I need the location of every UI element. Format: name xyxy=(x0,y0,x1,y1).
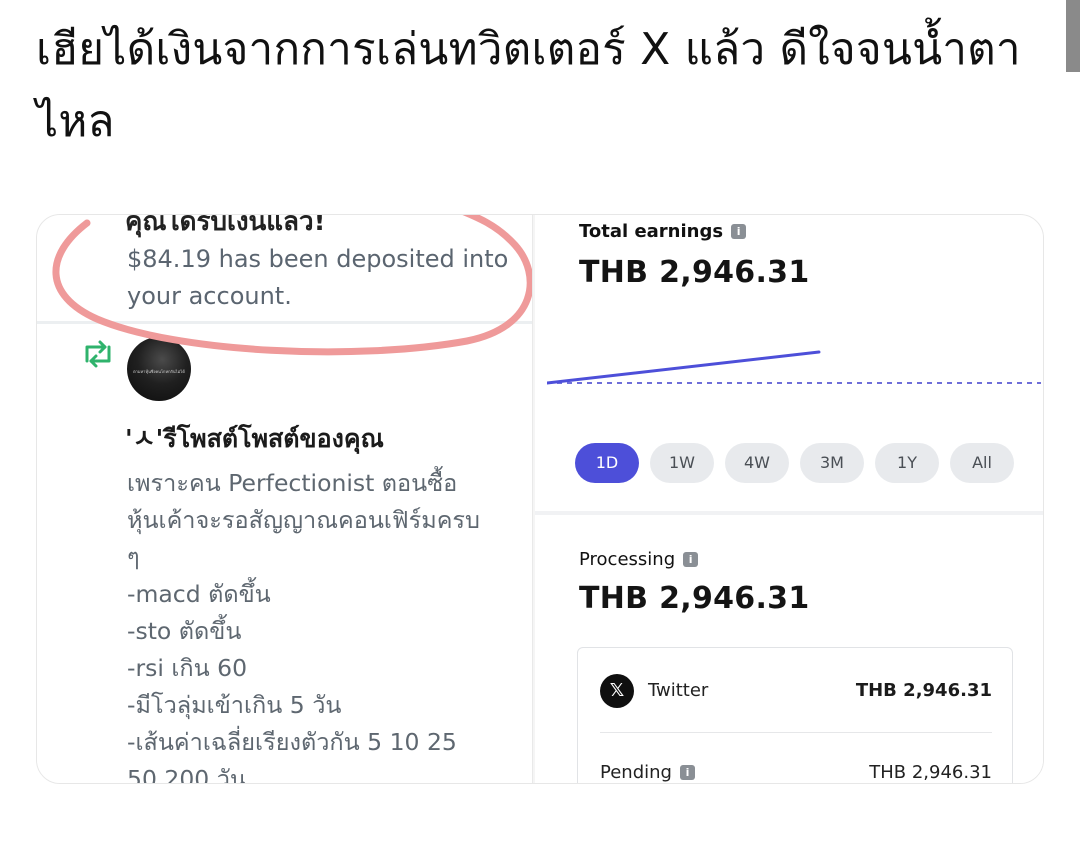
post-line: -rsi เกิน 60 xyxy=(127,654,248,682)
range-3m-button[interactable]: 3M xyxy=(800,443,864,483)
pending-label-row: Pending i xyxy=(600,762,695,783)
avatar-caption: ตามหาหุ้นซิ่งคนโกหกกันไม่ได้ xyxy=(133,369,185,374)
pending-amount: THB 2,946.31 xyxy=(869,762,992,783)
post-line: 50 200 วัน xyxy=(127,765,246,784)
range-all-button[interactable]: All xyxy=(950,443,1014,483)
post-line: -macd ตัดขึ้น xyxy=(127,580,271,608)
repost-title: 'ㅅ'รีโพสต์โพสต์ของคุณ xyxy=(125,424,384,453)
notification-title: คุณได้รับเงินแล้ว! xyxy=(125,215,326,237)
earnings-trend-line xyxy=(547,350,821,385)
range-selector: 1D 1W 4W 3M 1Y All xyxy=(575,443,1014,483)
processing-amount: THB 2,946.31 xyxy=(579,581,810,616)
source-row-twitter: 𝕏 Twitter THB 2,946.31 xyxy=(600,674,992,710)
pending-row: Pending i THB 2,946.31 xyxy=(600,758,992,783)
earnings-breakdown-card: 𝕏 Twitter THB 2,946.31 Pending i THB 2,9… xyxy=(577,647,1013,783)
total-earnings-amount: THB 2,946.31 xyxy=(579,255,810,290)
range-1y-button[interactable]: 1Y xyxy=(875,443,939,483)
scrollbar[interactable] xyxy=(1066,0,1080,72)
post-line: -sto ตัดขึ้น xyxy=(127,617,242,645)
total-earnings-label-row: Total earnings i xyxy=(579,221,747,242)
post-line: -มีโวลุ่มเข้าเกิน 5 วัน xyxy=(127,691,342,719)
pending-label: Pending xyxy=(600,762,672,783)
total-earnings-label: Total earnings xyxy=(579,221,724,242)
post-line: หุ้นเค้าจะรอสัญญาณคอนเฟิร์มครบ xyxy=(127,506,480,534)
processing-label-row: Processing i xyxy=(579,549,699,570)
info-icon[interactable]: i xyxy=(731,224,747,239)
range-1w-button[interactable]: 1W xyxy=(650,443,714,483)
notification-card: คุณได้รับเงินแล้ว! $84.19 has been depos… xyxy=(37,215,533,784)
source-amount: THB 2,946.31 xyxy=(855,680,992,701)
post-caption: เฮียได้เงินจากการเล่นทวิตเตอร์ X แล้ว ดี… xyxy=(36,24,1021,147)
earnings-sparkline xyxy=(547,350,1041,385)
range-1d-button[interactable]: 1D xyxy=(575,443,639,483)
divider xyxy=(600,732,992,733)
post-line: เพราะคน Perfectionist ตอนซื้อ xyxy=(127,469,458,497)
avatar[interactable]: ตามหาหุ้นซิ่งคนโกหกกันไม่ได้ xyxy=(127,337,191,401)
deposit-notification-text: $84.19 has been deposited into your acco… xyxy=(127,245,509,310)
retweet-icon xyxy=(85,340,111,368)
divider xyxy=(37,321,532,324)
screenshot-image: คุณได้รับเงินแล้ว! $84.19 has been depos… xyxy=(36,214,1044,784)
earnings-panel: Total earnings i THB 2,946.31 1D 1W 4W 3… xyxy=(535,215,1043,783)
source-label: Twitter xyxy=(648,680,709,701)
range-4w-button[interactable]: 4W xyxy=(725,443,789,483)
x-logo-icon: 𝕏 xyxy=(600,674,634,708)
info-icon[interactable]: i xyxy=(683,552,699,567)
post-line: -เส้นค่าเฉลี่ยเรียงตัวกัน 5 10 25 xyxy=(127,728,457,756)
processing-label: Processing xyxy=(579,549,676,570)
info-icon[interactable]: i xyxy=(679,765,695,780)
post-body: เพราะคน Perfectionist ตอนซื้อ หุ้นเค้าจะ… xyxy=(127,465,527,784)
post-line: ๆ xyxy=(127,543,140,571)
